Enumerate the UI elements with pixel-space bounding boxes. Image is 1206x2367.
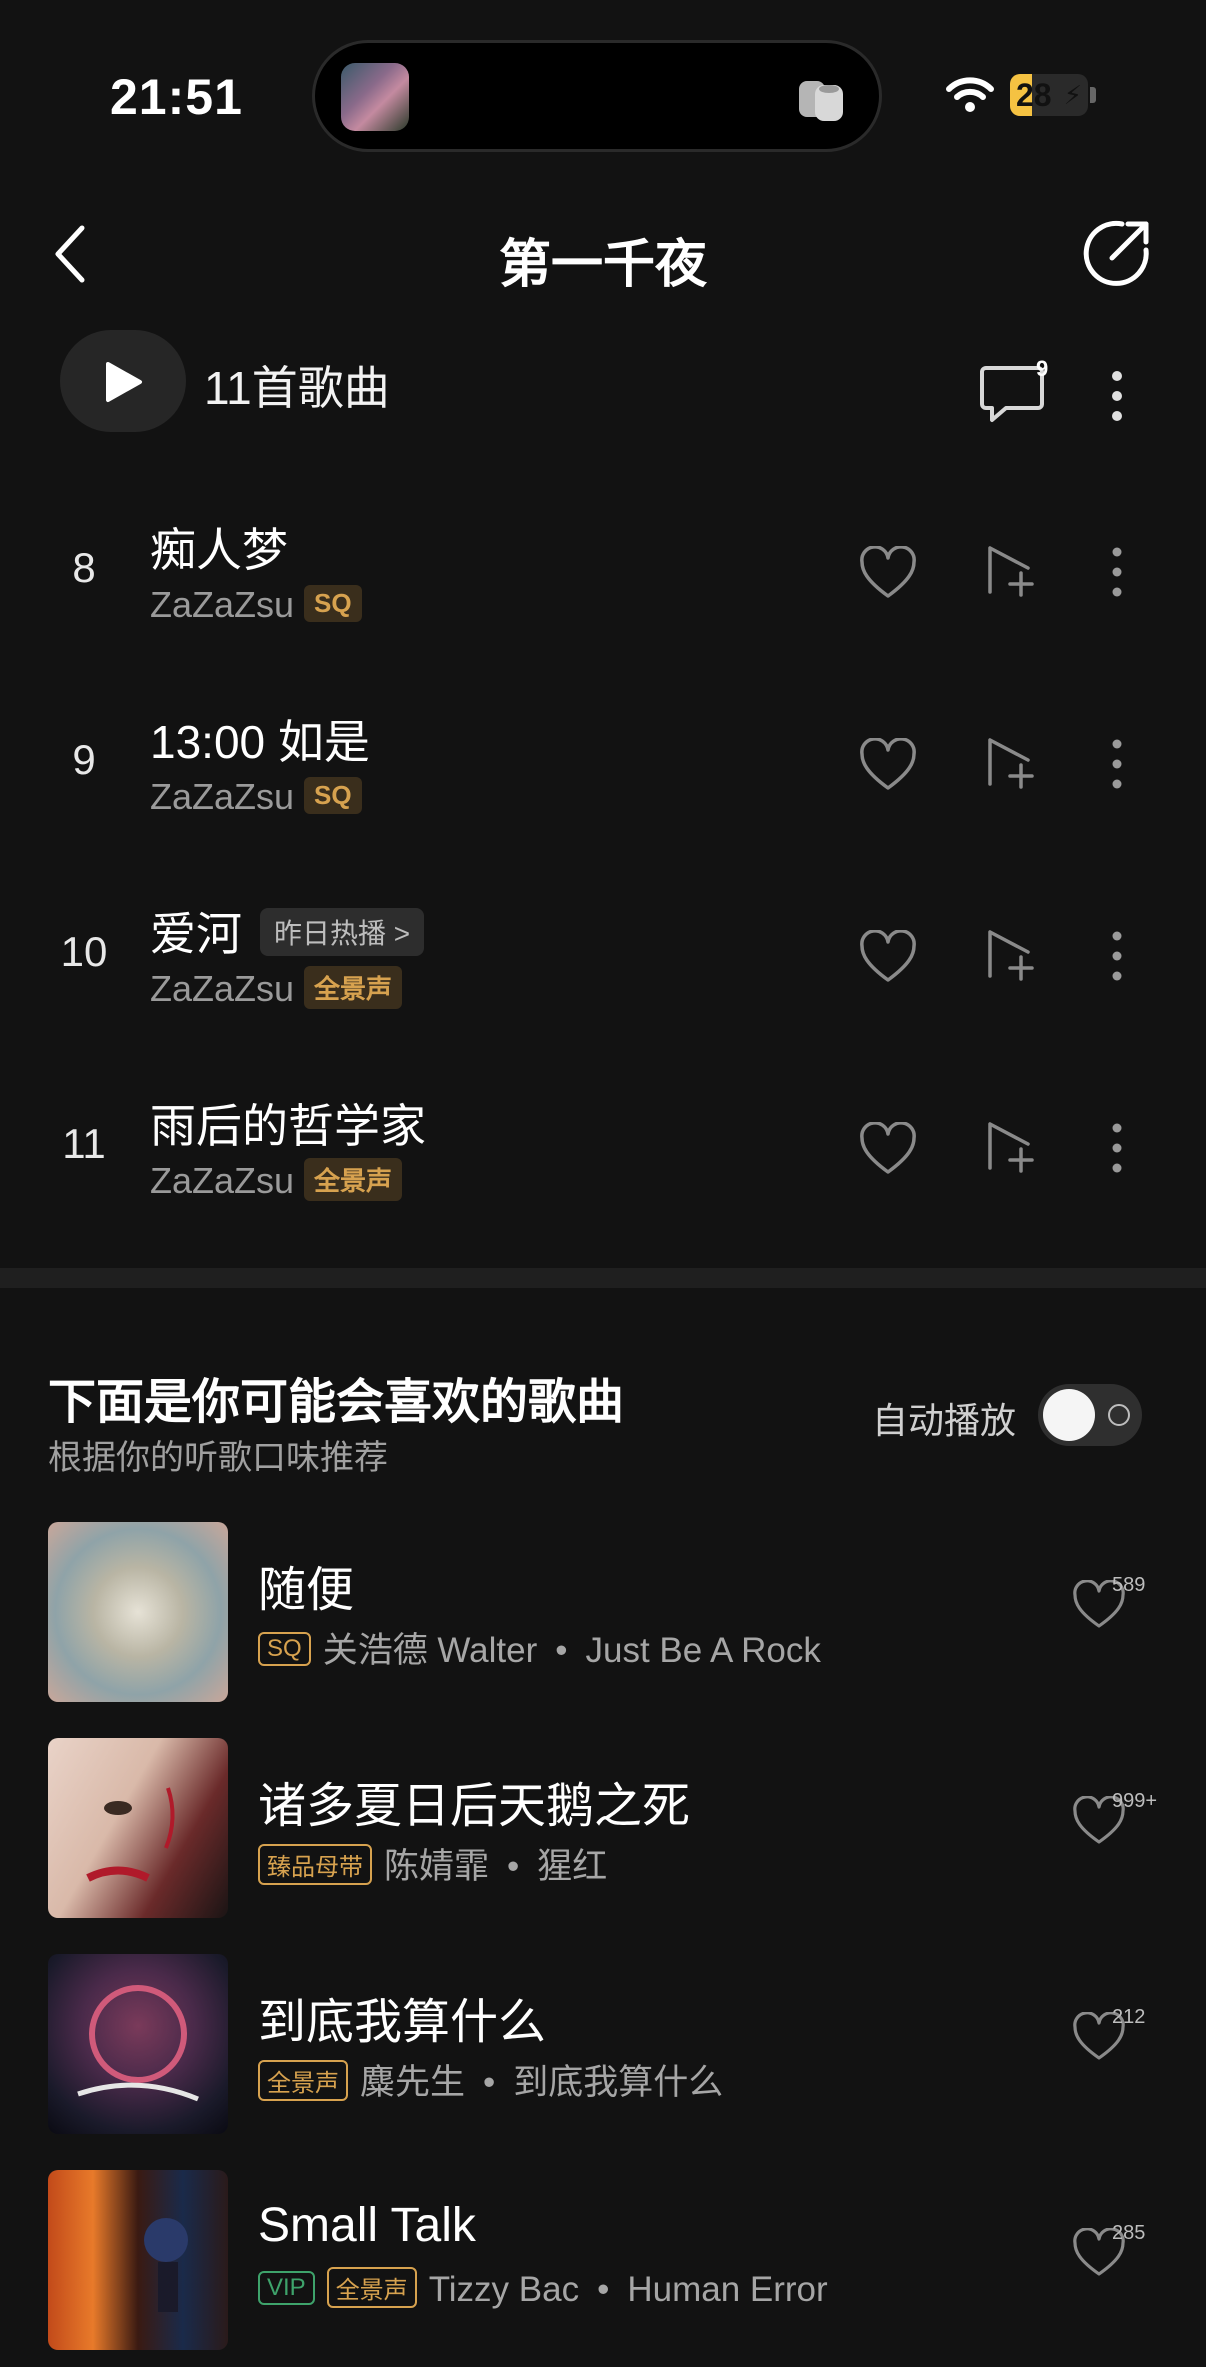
recommend-subtitle: 根据你的听歌口味推荐 [48, 1439, 388, 1477]
now-playing-artwork[interactable] [341, 63, 409, 131]
add-to-playlist-icon[interactable] [982, 734, 1038, 794]
track-number: 11 [62, 1120, 106, 1167]
quality-badge: 臻品母带 [258, 1844, 372, 1886]
track-number: 8 [72, 544, 96, 591]
wifi-icon [946, 77, 994, 112]
quality-badge: 全景声 [326, 2267, 417, 2309]
like-count: 285 [1112, 2222, 1146, 2244]
album-cover [48, 1738, 228, 1918]
song-meta: VIP 全景声 Tizzy Bac • Human Error [258, 2267, 828, 2312]
song-meta: 全景声 麋先生 • 到底我算什么 [258, 2054, 723, 2105]
album-cover [48, 2170, 228, 2350]
quality-badge: 全景声 [258, 2060, 348, 2102]
play-all-button[interactable] [60, 330, 186, 432]
comment-count-badge: 9 [1036, 356, 1049, 381]
quality-badge: SQ [304, 776, 362, 814]
recommended-song[interactable]: 到底我算什么 全景声 麋先生 • 到底我算什么 212 [0, 1954, 1206, 2154]
like-count: 589 [1112, 1574, 1146, 1596]
track-row[interactable]: 8 痴人梦 ZaZaZsu SQ [0, 488, 1206, 678]
song-title: 到底我算什么 [258, 1996, 547, 2049]
separator-dot: • [507, 1847, 520, 1886]
song-album: 到底我算什么 [513, 2063, 724, 2102]
song-title: 诸多夏日后天鹅之死 [258, 1780, 691, 1833]
song-artist: 麋先生 [360, 2063, 466, 2102]
song-title: Small Talk [258, 2199, 476, 2252]
autoplay-toggle[interactable] [1038, 1384, 1142, 1446]
song-album: Just Be A Rock [585, 1631, 821, 1670]
album-cover [48, 1522, 228, 1702]
track-title: 痴人梦 [150, 524, 288, 576]
quality-badge: 全景声 [304, 1157, 403, 1201]
add-to-playlist-icon[interactable] [982, 542, 1038, 602]
heart-icon[interactable] [858, 738, 918, 794]
hot-tag[interactable]: 昨日热播 > [260, 907, 425, 956]
more-vertical-icon[interactable] [1100, 734, 1134, 794]
like-count: 999+ [1112, 1790, 1158, 1812]
separator-dot: • [555, 1631, 568, 1670]
dynamic-island[interactable] [312, 40, 882, 152]
song-meta: 臻品母带 陈婧霏 • 猩红 [258, 1838, 607, 1889]
song-meta: SQ 关浩德 Walter • Just Be A Rock [258, 1622, 821, 1673]
track-title: 雨后的哲学家 [150, 1100, 426, 1152]
separator-dot: • [483, 2063, 496, 2102]
quality-badge: SQ [258, 1631, 311, 1666]
more-vertical-icon[interactable] [1100, 1118, 1134, 1178]
song-artist: 关浩德 Walter [322, 1631, 538, 1670]
battery-percent: 28 [1016, 77, 1052, 113]
charging-icon: ⚡ [1063, 80, 1082, 110]
album-cover [48, 1954, 228, 2134]
song-album: Human Error [627, 2270, 828, 2309]
song-title: 随便 [258, 1564, 355, 1617]
add-to-playlist-icon[interactable] [982, 1118, 1038, 1178]
track-artist: ZaZaZsu 全景声 [150, 1157, 403, 1205]
toggle-knob [1043, 1389, 1095, 1441]
quality-badge: SQ [304, 584, 362, 622]
status-bar: 21:51 28 ⚡ [0, 0, 1206, 190]
track-artist: ZaZaZsu SQ [150, 584, 362, 626]
recommend-title: 下面是你可能会喜欢的歌曲 [48, 1376, 625, 1429]
quality-badge: 全景声 [304, 965, 403, 1009]
battery-indicator: 28 ⚡ [1010, 74, 1088, 116]
heart-icon[interactable] [858, 930, 918, 986]
track-number: 9 [72, 736, 96, 783]
speaker-icon[interactable] [793, 71, 849, 127]
track-title: 13:00 如是 [150, 716, 370, 768]
status-time: 21:51 [110, 69, 243, 125]
play-icon [106, 362, 142, 402]
autoplay-label: 自动播放 [872, 1400, 1017, 1441]
track-row[interactable]: 10 爱河 昨日热播 > ZaZaZsu 全景声 [0, 872, 1206, 1062]
battery-cap [1090, 87, 1096, 103]
song-artist: Tizzy Bac [428, 2270, 580, 2309]
more-vertical-icon[interactable] [1100, 366, 1134, 426]
toggle-off-indicator [1108, 1404, 1130, 1426]
page-title: 第一千夜 [498, 236, 707, 294]
section-divider [0, 1268, 1206, 1288]
song-artist: 陈婧霏 [384, 1847, 490, 1886]
more-vertical-icon[interactable] [1100, 542, 1134, 602]
heart-icon[interactable] [858, 546, 918, 602]
vip-badge: VIP [258, 2270, 315, 2305]
recommended-song[interactable]: Small Talk VIP 全景声 Tizzy Bac • Human Error 2… [0, 2170, 1206, 2367]
track-artist: ZaZaZsu 全景声 [150, 965, 403, 1013]
recommended-song[interactable]: 诸多夏日后天鹅之死 臻品母带 陈婧霏 • 猩红 999+ [0, 1738, 1206, 1938]
recommended-song[interactable]: 随便 SQ 关浩德 Walter • Just Be A Rock 589 [0, 1522, 1206, 1722]
nav-header: 第一千夜 [0, 200, 1206, 310]
track-artist: ZaZaZsu SQ [150, 776, 362, 818]
play-all-row: 11首歌曲 9 [0, 328, 1206, 438]
heart-icon[interactable] [858, 1122, 918, 1178]
track-row[interactable]: 11 雨后的哲学家 ZaZaZsu 全景声 [0, 1064, 1206, 1254]
song-album: 猩红 [537, 1847, 608, 1886]
track-row[interactable]: 9 13:00 如是 ZaZaZsu SQ [0, 680, 1206, 870]
like-count: 212 [1112, 2006, 1146, 2028]
track-number: 10 [60, 928, 108, 975]
separator-dot: • [597, 2270, 610, 2309]
song-count: 11首歌曲 [204, 362, 390, 414]
add-to-playlist-icon[interactable] [982, 926, 1038, 986]
more-vertical-icon[interactable] [1100, 926, 1134, 986]
track-title: 爱河 昨日热播 > [150, 898, 425, 964]
share-icon[interactable] [1082, 216, 1154, 288]
